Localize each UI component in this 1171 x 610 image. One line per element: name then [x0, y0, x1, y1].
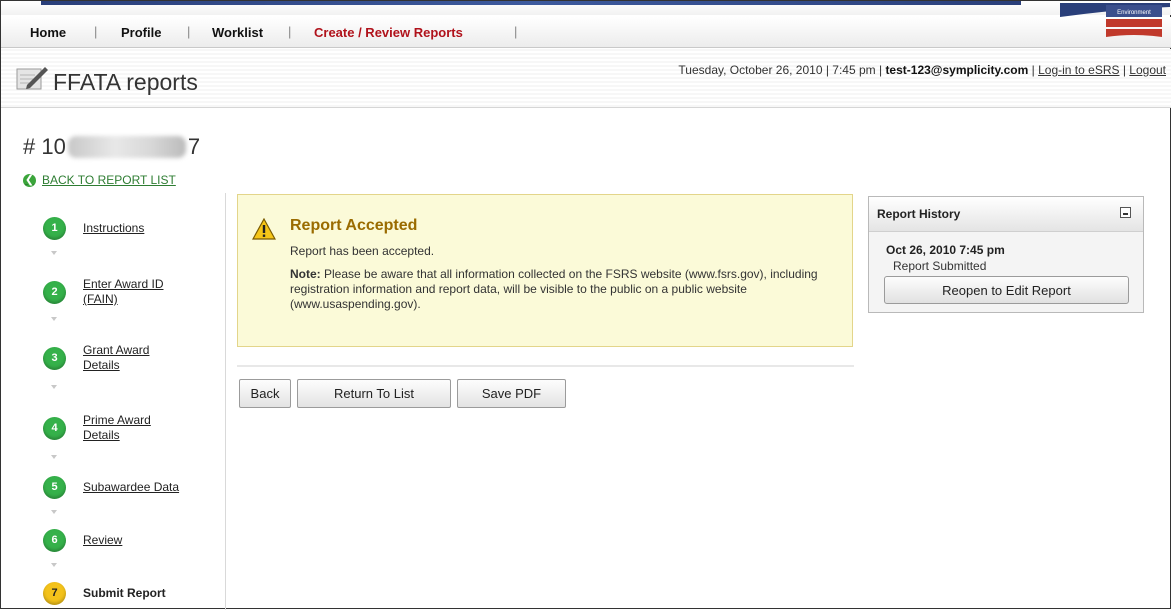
- title-bar: FFATA reports: [1, 49, 1171, 108]
- alert-message: Report has been accepted.: [290, 244, 435, 258]
- step-label[interactable]: Grant Award Details: [83, 343, 173, 373]
- report-number-suffix: 7: [187, 134, 201, 159]
- history-title: Report History: [877, 207, 961, 221]
- warning-icon: [252, 218, 276, 240]
- report-accepted-alert: Report Accepted Report has been accepted…: [237, 194, 853, 347]
- login-esrs-link[interactable]: Log-in to eSRS: [1038, 63, 1119, 77]
- separator: |: [1028, 63, 1039, 77]
- divider: [237, 365, 854, 367]
- logout-link[interactable]: Logout: [1129, 63, 1166, 77]
- back-link-label: BACK TO REPORT LIST: [42, 173, 176, 187]
- separator: |: [1119, 63, 1130, 77]
- step-label[interactable]: Prime Award Details: [83, 413, 173, 443]
- page-title: FFATA reports: [53, 69, 198, 95]
- history-entry-status: Report Submitted: [893, 259, 987, 273]
- back-button[interactable]: Back: [239, 379, 291, 408]
- report-number: # 10 7: [23, 134, 200, 160]
- nav-separator: |: [514, 24, 518, 39]
- environment-logo: Environment: [1060, 3, 1170, 37]
- alert-title: Report Accepted: [290, 217, 418, 234]
- step-connectors: [51, 251, 57, 567]
- redacted-number: [67, 136, 186, 158]
- save-pdf-button[interactable]: Save PDF: [457, 379, 566, 408]
- report-history-panel: Report History Oct 26, 2010 7:45 pm Repo…: [868, 196, 1144, 313]
- nav-create-review-reports[interactable]: Create / Review Reports: [314, 25, 463, 40]
- top-blue-bar: [41, 1, 1021, 5]
- steps-panel: 1 Instructions 2 Enter Award ID (FAIN) 3…: [23, 193, 226, 610]
- date-time-text: Tuesday, October 26, 2010 | 7:45 pm |: [678, 63, 886, 77]
- history-header: Report History: [869, 197, 1143, 232]
- step-label[interactable]: Subawardee Data: [83, 480, 179, 495]
- step-label[interactable]: Submit Report: [83, 586, 166, 601]
- user-email: test-123@symplicity.com: [885, 63, 1029, 77]
- report-number-prefix: # 10: [23, 134, 66, 159]
- history-entry-date: Oct 26, 2010 7:45 pm: [886, 243, 1005, 257]
- return-to-list-button[interactable]: Return To List: [297, 379, 451, 408]
- step-label[interactable]: Review: [83, 533, 122, 548]
- top-nav: Home | Profile | Worklist | Create / Rev…: [1, 17, 1171, 48]
- arrow-left-icon: ❮: [23, 173, 36, 187]
- reopen-to-edit-button[interactable]: Reopen to Edit Report: [884, 276, 1129, 304]
- nav-home[interactable]: Home: [30, 25, 66, 40]
- alert-note: Note: Please be aware that all informati…: [290, 267, 820, 312]
- nav-separator: |: [288, 24, 292, 39]
- top-stripe: [1, 1, 1171, 15]
- note-text: Please be aware that all information col…: [290, 267, 818, 311]
- minimize-icon[interactable]: [1120, 207, 1131, 218]
- user-info-line: Tuesday, October 26, 2010 | 7:45 pm | te…: [678, 63, 1166, 77]
- nav-separator: |: [187, 24, 191, 39]
- edit-report-icon: [16, 67, 48, 90]
- step-label[interactable]: Enter Award ID (FAIN): [83, 277, 173, 307]
- nav-separator: |: [94, 24, 98, 39]
- logo-text: Environment: [1117, 10, 1151, 16]
- back-to-report-list-link[interactable]: ❮ BACK TO REPORT LIST: [23, 173, 176, 187]
- note-label: Note:: [290, 267, 321, 281]
- nav-profile[interactable]: Profile: [121, 25, 161, 40]
- nav-worklist[interactable]: Worklist: [212, 25, 263, 40]
- step-label[interactable]: Instructions: [83, 221, 144, 236]
